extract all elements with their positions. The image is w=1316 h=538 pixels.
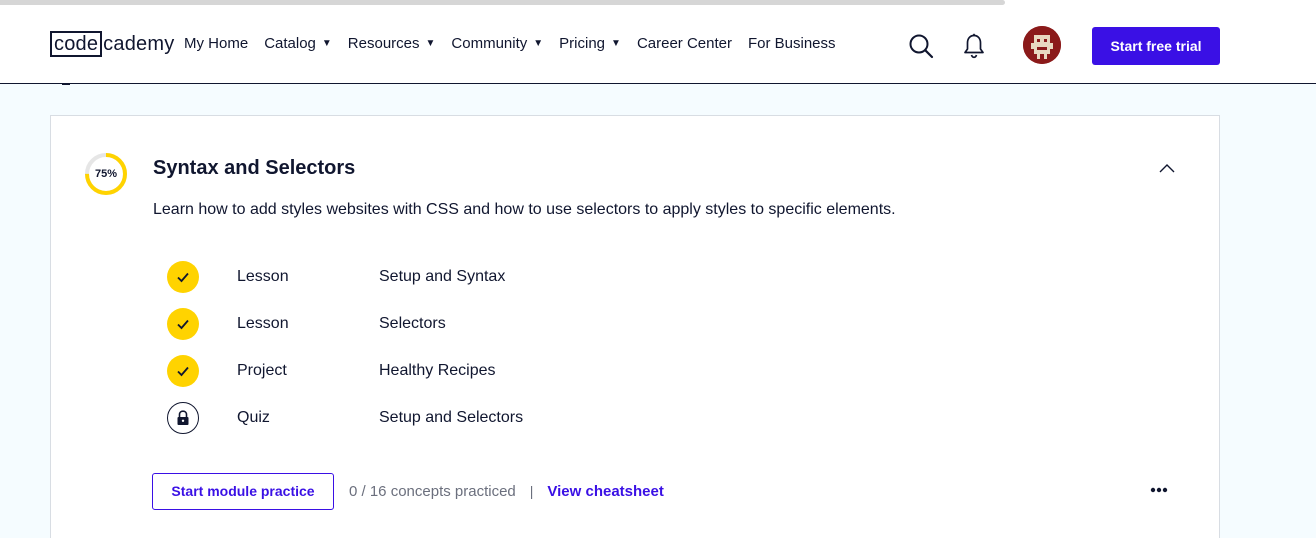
user-avatar[interactable] <box>1023 26 1061 64</box>
avatar-image <box>1023 26 1061 64</box>
module-progress-ring: 75% <box>84 152 128 196</box>
logo-boxed-text: code <box>50 31 103 57</box>
nav-pricing[interactable]: Pricing ▼ <box>559 35 621 52</box>
module-card: 75% Syntax and Selectors Learn how to ad… <box>50 115 1220 538</box>
item-name: Selectors <box>379 315 446 332</box>
content-item-row[interactable]: Project Healthy Recipes <box>167 355 667 387</box>
nav-label: Catalog <box>264 35 316 52</box>
nav-catalog[interactable]: Catalog ▼ <box>264 35 332 52</box>
status-badge <box>167 402 199 434</box>
item-name: Healthy Recipes <box>379 362 496 379</box>
content-edge-mark <box>62 82 70 85</box>
item-type: Lesson <box>237 268 289 285</box>
status-badge <box>167 308 199 340</box>
view-cheatsheet-link[interactable]: View cheatsheet <box>547 483 663 500</box>
browser-scroll-strip <box>0 0 1316 9</box>
search-button[interactable] <box>906 31 936 61</box>
nav-label: My Home <box>184 35 249 52</box>
module-title: Syntax and Selectors <box>153 157 356 179</box>
item-type: Lesson <box>237 315 289 332</box>
item-name: Setup and Syntax <box>379 268 506 285</box>
nav-community[interactable]: Community ▼ <box>451 35 543 52</box>
nav-label: Community <box>451 35 528 52</box>
status-badge <box>167 355 199 387</box>
nav-label: For Business <box>747 35 836 52</box>
nav-label: Resources <box>347 35 420 52</box>
content-item-row[interactable]: Quiz Setup and Selectors <box>167 402 667 434</box>
progress-percent: 75% <box>94 168 118 180</box>
codecademy-logo[interactable]: code cademy <box>50 31 174 57</box>
more-options-button[interactable] <box>1148 482 1170 498</box>
bell-icon <box>964 33 984 59</box>
item-type: Quiz <box>237 409 270 426</box>
check-icon <box>177 319 189 330</box>
content-item-row[interactable]: Lesson Setup and Syntax <box>167 261 667 293</box>
logo-text: cademy <box>103 33 175 55</box>
module-description: Learn how to add styles websites with CS… <box>153 201 896 218</box>
module-footer: Start module practice 0 / 16 concepts pr… <box>152 472 664 510</box>
status-badge <box>167 261 199 293</box>
start-free-trial-button[interactable]: Start free trial <box>1092 27 1220 65</box>
notifications-button[interactable] <box>960 31 988 61</box>
caret-down-icon: ▼ <box>533 38 544 49</box>
caret-down-icon: ▼ <box>321 38 332 49</box>
check-icon <box>177 272 189 283</box>
more-horizontal-icon <box>1150 487 1168 493</box>
nav-my-home[interactable]: My Home <box>184 35 248 52</box>
nav-label: Pricing <box>559 35 606 52</box>
search-icon <box>909 34 934 59</box>
chevron-up-icon <box>1159 164 1175 173</box>
site-header: code cademy My Home Catalog ▼ Resources ▼ C… <box>0 9 1316 84</box>
nav-career-center[interactable]: Career Center <box>637 35 732 52</box>
item-type: Project <box>237 362 287 379</box>
check-icon <box>177 366 189 377</box>
nav-resources[interactable]: Resources ▼ <box>348 35 436 52</box>
caret-down-icon: ▼ <box>611 38 621 49</box>
caret-down-icon: ▼ <box>425 38 436 49</box>
item-name: Setup and Selectors <box>379 409 524 426</box>
nav-label: Career Center <box>636 35 732 52</box>
concepts-practiced-count: 0 / 16 concepts practiced <box>349 482 516 500</box>
start-module-practice-button[interactable]: Start module practice <box>152 472 334 510</box>
lock-icon <box>177 410 189 425</box>
nav-for-business[interactable]: For Business <box>748 35 836 52</box>
main-nav: My Home Catalog ▼ Resources ▼ Community ▼ P… <box>184 35 852 52</box>
collapse-module-button[interactable] <box>1156 158 1178 180</box>
footer-separator: | <box>529 483 534 499</box>
horizontal-scrollbar[interactable] <box>0 0 1005 5</box>
content-item-row[interactable]: Lesson Selectors <box>167 308 667 340</box>
